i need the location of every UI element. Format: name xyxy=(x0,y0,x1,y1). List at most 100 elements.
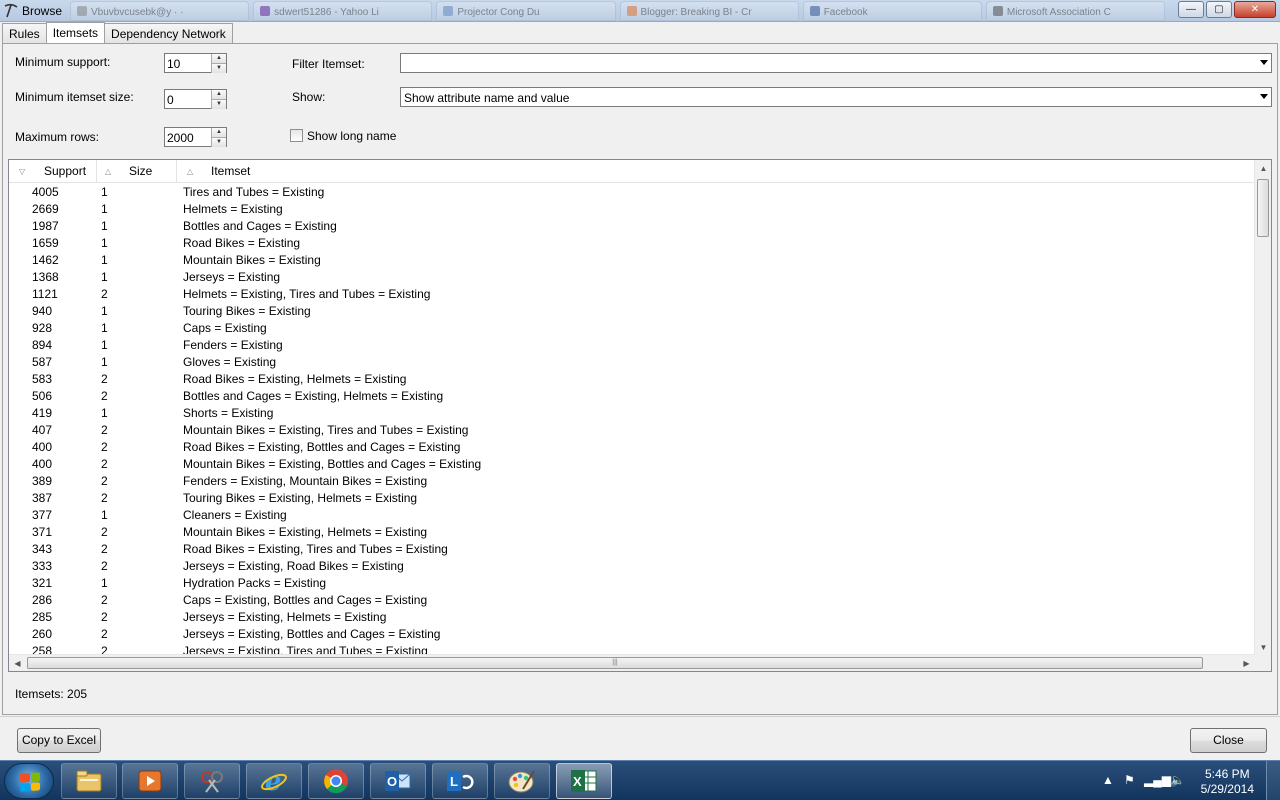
volume-icon[interactable]: 🔈 xyxy=(1170,773,1185,787)
scroll-right-icon[interactable]: ▶ xyxy=(1238,655,1255,671)
background-tab[interactable]: Microsoft Association C xyxy=(985,1,1166,21)
background-tab[interactable]: Blogger: Breaking BI - Cr xyxy=(619,1,799,21)
taskbar-media-player[interactable] xyxy=(122,763,178,799)
spin-down-icon[interactable]: ▼ xyxy=(211,99,226,109)
close-button[interactable]: Close xyxy=(1190,728,1267,753)
table-row[interactable]: 940 1 Touring Bikes = Existing xyxy=(9,303,1255,320)
action-center-icon[interactable]: ⚑ xyxy=(1124,773,1135,787)
background-tab[interactable]: sdwert51286 - Yahoo Li xyxy=(253,1,433,21)
max-rows-stepper[interactable]: 2000 ▲ ▼ xyxy=(164,127,227,147)
table-row[interactable]: 407 2 Mountain Bikes = Existing, Tires and… xyxy=(9,422,1255,439)
itemset-cell: Touring Bikes = Existing, Helmets = Exis… xyxy=(183,491,418,505)
table-row[interactable]: 506 2 Bottles and Cages = Existing, Helmet… xyxy=(9,388,1255,405)
show-long-name-checkbox[interactable] xyxy=(290,129,303,142)
table-row[interactable]: 894 1 Fenders = Existing xyxy=(9,337,1255,354)
show-desktop-button[interactable] xyxy=(1266,761,1280,800)
size-cell: 2 xyxy=(101,474,108,488)
windows-logo-icon xyxy=(20,772,40,792)
table-row[interactable]: 583 2 Road Bikes = Existing, Helmets = Exi… xyxy=(9,371,1255,388)
table-row[interactable]: 419 1 Shorts = Existing xyxy=(9,405,1255,422)
background-tab[interactable]: Facebook xyxy=(802,1,982,21)
table-row[interactable]: 4005 1 Tires and Tubes = Existing xyxy=(9,184,1255,201)
background-tab[interactable]: Projector Cong Du xyxy=(436,1,616,21)
table-row[interactable]: 587 1 Gloves = Existing xyxy=(9,354,1255,371)
min-itemset-size-stepper[interactable]: 0 ▲ ▼ xyxy=(164,89,227,109)
column-header-itemset[interactable]: △ Itemset xyxy=(177,160,1255,183)
table-row[interactable]: 2669 1 Helmets = Existing xyxy=(9,201,1255,218)
table-row[interactable]: 286 2 Caps = Existing, Bottles and Cages =… xyxy=(9,592,1255,609)
table-row[interactable]: 1462 1 Mountain Bikes = Existing xyxy=(9,252,1255,269)
tab-itemsets[interactable]: Itemsets xyxy=(45,22,106,43)
table-row[interactable]: 343 2 Road Bikes = Existing, Tires and Tub… xyxy=(9,541,1255,558)
table-row[interactable]: 1368 1 Jerseys = Existing xyxy=(9,269,1255,286)
copy-to-excel-button[interactable]: Copy to Excel xyxy=(17,728,101,753)
spin-up-icon[interactable]: ▲ xyxy=(211,90,226,99)
tab-dependency-network[interactable]: Dependency Network xyxy=(104,23,233,43)
horizontal-scrollbar[interactable]: ◀ ||| ▶ xyxy=(9,654,1255,671)
taskbar-lync[interactable]: L xyxy=(432,763,488,799)
window-title: Browse xyxy=(22,4,63,18)
min-support-stepper[interactable]: 10 ▲ ▼ xyxy=(164,53,227,73)
close-window-button[interactable]: ✕ xyxy=(1234,1,1276,18)
table-row[interactable]: 387 2 Touring Bikes = Existing, Helmets = … xyxy=(9,490,1255,507)
filter-itemset-combo[interactable] xyxy=(400,53,1272,73)
itemset-cell: Caps = Existing, Bottles and Cages = Exi… xyxy=(183,593,428,607)
scroll-left-icon[interactable]: ◀ xyxy=(9,655,26,671)
show-combo[interactable]: Show attribute name and value xyxy=(400,87,1272,107)
spin-down-icon[interactable]: ▼ xyxy=(211,137,226,147)
network-signal-icon[interactable]: ▂▄▆ xyxy=(1144,773,1171,787)
background-browser-tabs: Vbuvbvcusebk@y · · sdwert51286 - Yahoo L… xyxy=(70,1,1166,21)
taskbar-chrome[interactable] xyxy=(308,763,364,799)
table-row[interactable]: 400 2 Road Bikes = Existing, Bottles and C… xyxy=(9,439,1255,456)
size-cell: 1 xyxy=(101,355,108,369)
spin-down-icon[interactable]: ▼ xyxy=(211,63,226,73)
table-row[interactable]: 389 2 Fenders = Existing, Mountain Bikes =… xyxy=(9,473,1255,490)
taskbar-internet-explorer[interactable]: e xyxy=(246,763,302,799)
spin-up-icon[interactable]: ▲ xyxy=(211,54,226,63)
system-clock[interactable]: 5:46 PM 5/29/2014 xyxy=(1201,767,1254,797)
maximize-button[interactable]: ▢ xyxy=(1206,1,1232,18)
support-cell: 389 xyxy=(32,474,53,488)
minimize-button[interactable]: — xyxy=(1178,1,1204,18)
table-row[interactable]: 260 2 Jerseys = Existing, Bottles and Cage… xyxy=(9,626,1255,643)
tab-rules[interactable]: Rules xyxy=(2,23,47,43)
scroll-thumb[interactable] xyxy=(1257,179,1269,237)
table-row[interactable]: 1121 2 Helmets = Existing, Tires and Tubes… xyxy=(9,286,1255,303)
min-itemset-size-label: Minimum itemset size: xyxy=(15,90,134,104)
start-button[interactable] xyxy=(4,763,54,799)
itemset-cell: Road Bikes = Existing, Tires and Tubes =… xyxy=(183,542,448,556)
max-rows-value: 2000 xyxy=(167,131,194,145)
table-row[interactable]: 928 1 Caps = Existing xyxy=(9,320,1255,337)
vertical-scrollbar[interactable]: ▲ ▼ xyxy=(1254,160,1271,656)
taskbar-paint[interactable] xyxy=(494,763,550,799)
table-row[interactable]: 400 2 Mountain Bikes = Existing, Bottles a… xyxy=(9,456,1255,473)
column-header-support[interactable]: ▽ Support xyxy=(9,160,97,183)
chevron-down-icon[interactable] xyxy=(1260,60,1268,65)
support-cell: 587 xyxy=(32,355,53,369)
table-row[interactable]: 321 1 Hydration Packs = Existing xyxy=(9,575,1255,592)
size-cell: 1 xyxy=(101,185,108,199)
show-hidden-icons-icon[interactable]: ▲ xyxy=(1102,773,1114,787)
taskbar-outlook[interactable]: O xyxy=(370,763,426,799)
column-header-size[interactable]: △ Size xyxy=(97,160,177,183)
background-tab[interactable]: Vbuvbvcusebk@y · · xyxy=(70,1,250,21)
table-row[interactable]: 1987 1 Bottles and Cages = Existing xyxy=(9,218,1255,235)
size-cell: 1 xyxy=(101,236,108,250)
support-cell: 286 xyxy=(32,593,53,607)
taskbar-excel[interactable]: X xyxy=(556,763,612,799)
taskbar-file-explorer[interactable] xyxy=(61,763,117,799)
spin-up-icon[interactable]: ▲ xyxy=(211,128,226,137)
itemset-cell: Fenders = Existing, Mountain Bikes = Exi… xyxy=(183,474,428,488)
table-row[interactable]: 377 1 Cleaners = Existing xyxy=(9,507,1255,524)
scroll-thumb-horizontal[interactable]: ||| xyxy=(27,657,1203,669)
chevron-down-icon[interactable] xyxy=(1260,94,1268,99)
support-cell: 4005 xyxy=(32,185,59,199)
table-row[interactable]: 371 2 Mountain Bikes = Existing, Helmets =… xyxy=(9,524,1255,541)
table-row[interactable]: 285 2 Jerseys = Existing, Helmets = Existi… xyxy=(9,609,1255,626)
taskbar-paint-tool[interactable] xyxy=(184,763,240,799)
scroll-up-icon[interactable]: ▲ xyxy=(1255,160,1271,177)
table-row[interactable]: 1659 1 Road Bikes = Existing xyxy=(9,235,1255,252)
table-row[interactable]: 333 2 Jerseys = Existing, Road Bikes = Exi… xyxy=(9,558,1255,575)
itemsets-grid[interactable]: ▽ Support △ Size △ Itemset 4005 1 Tires an… xyxy=(8,159,1272,672)
support-cell: 940 xyxy=(32,304,53,318)
